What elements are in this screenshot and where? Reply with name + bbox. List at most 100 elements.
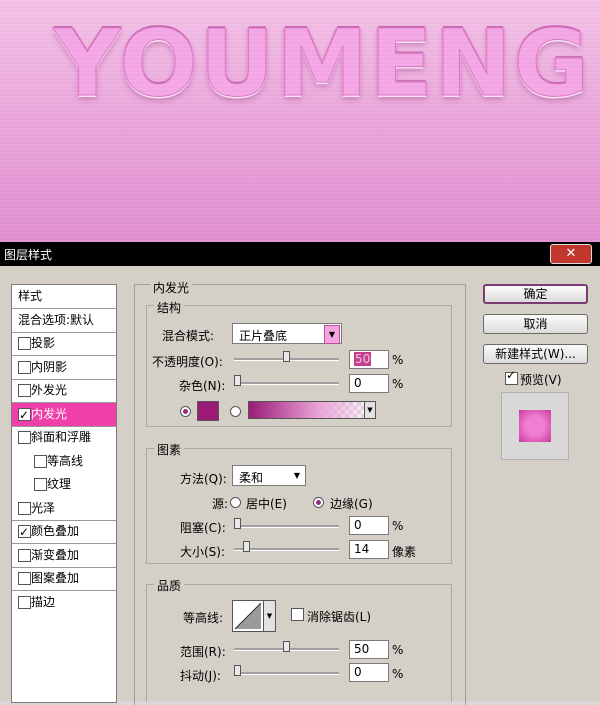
dialog-titlebar: 图层样式 ✕ [0,242,600,266]
range-input[interactable]: 50 [349,640,389,659]
style-checkbox[interactable] [18,521,31,544]
style-item-label: 颜色叠加 [31,524,80,538]
layer-style-dialog: 样式 混合选项:默认 投影内阴影外发光内发光斜面和浮雕等高线纹理光泽颜色叠加渐变… [0,266,600,705]
edge-radio[interactable] [313,497,324,508]
panel-title: 内发光 [150,279,193,296]
edge-label: 边缘(G) [330,497,373,511]
quality-title: 品质 [154,577,185,594]
noise-slider[interactable] [234,375,339,386]
style-item[interactable]: 图案叠加 [12,567,116,590]
blend-mode-select[interactable]: 正片叠底 ▼ [232,323,342,344]
style-checkbox[interactable] [34,478,47,491]
jitter-input[interactable]: 0 [349,663,389,682]
solid-color-radio[interactable] [180,406,191,417]
style-item[interactable]: 外发光 [12,379,116,402]
center-radio[interactable] [230,497,241,508]
size-unit: 像素 [392,545,417,559]
close-icon: ✕ [565,246,577,261]
style-item[interactable]: 颜色叠加 [12,520,116,544]
choke-slider-thumb[interactable] [234,518,241,529]
chevron-down-icon: ▼ [290,467,304,484]
style-item[interactable]: 渐变叠加 [12,544,116,567]
style-item-label: 内发光 [31,406,68,421]
choke-slider[interactable] [234,518,339,529]
style-item[interactable]: 等高线 [12,450,116,473]
gradient-radio[interactable] [230,406,241,417]
style-checkbox[interactable] [18,337,31,350]
style-item[interactable]: 纹理 [12,473,116,496]
style-item-label: 图案叠加 [31,571,80,585]
chevron-down-icon[interactable]: ▼ [264,600,276,632]
method-label: 方法(Q): [180,472,227,486]
size-label: 大小(S): [180,545,226,559]
style-item-label: 内阴影 [31,359,68,374]
elements-title: 图素 [154,441,185,458]
styles-header[interactable]: 样式 [12,285,116,309]
noise-slider-thumb[interactable] [234,375,241,386]
close-button[interactable]: ✕ [550,244,592,264]
style-item-label: 投影 [31,336,56,350]
canvas-text: YOUMENG [53,10,592,117]
opacity-input[interactable]: 50 [349,350,389,369]
opacity-label: 不透明度(O): [152,355,223,369]
preview-checkbox[interactable] [505,368,518,385]
jitter-slider-thumb[interactable] [234,665,241,676]
cancel-button[interactable]: 取消 [483,314,588,334]
style-item[interactable]: 斜面和浮雕 [12,426,116,449]
blend-options-item[interactable]: 混合选项:默认 [12,309,116,333]
noise-unit: % [392,377,404,391]
range-slider-thumb[interactable] [283,641,290,652]
range-label: 范围(R): [180,645,226,659]
preview-label: 预览(V) [520,373,562,387]
size-input[interactable]: 14 [349,540,389,559]
size-slider-thumb[interactable] [243,541,250,552]
noise-label: 杂色(N): [179,379,226,393]
range-unit: % [392,643,404,657]
style-checkbox[interactable] [18,501,31,515]
style-checkbox[interactable] [18,360,31,374]
range-slider[interactable] [234,641,339,652]
preview-swatch [519,410,551,442]
style-item[interactable]: 光泽 [12,497,116,520]
ok-button[interactable]: 确定 [483,284,588,304]
choke-unit: % [392,519,404,533]
style-item-label: 描边 [31,594,56,609]
style-checkbox[interactable] [18,595,31,609]
style-checkbox[interactable] [18,572,31,585]
chevron-down-icon: ▼ [364,402,375,418]
contour-label: 等高线: [183,611,224,625]
chevron-down-icon: ▼ [324,325,340,344]
dialog-title: 图层样式 [4,248,53,262]
opacity-slider[interactable] [234,351,339,362]
structure-title: 结构 [154,299,185,316]
style-checkbox[interactable] [18,548,31,562]
jitter-slider[interactable] [234,665,339,676]
glow-color-swatch[interactable] [197,401,219,421]
opacity-unit: % [392,353,404,367]
style-item[interactable]: 内发光 [12,402,116,427]
contour-curve-icon [234,602,262,630]
antialias-checkbox[interactable] [291,608,304,621]
style-item[interactable]: 描边 [12,591,116,614]
style-checkbox[interactable] [18,404,31,427]
style-item-label: 渐变叠加 [31,547,80,562]
source-label: 源: [212,497,229,511]
choke-label: 阻塞(C): [180,521,226,535]
gradient-picker[interactable]: ▼ [248,401,376,419]
contour-picker[interactable] [232,600,264,632]
style-item[interactable]: 内阴影 [12,356,116,379]
style-item[interactable]: 投影 [12,332,116,355]
jitter-label: 抖动(J): [180,669,221,683]
style-checkbox[interactable] [18,384,31,397]
noise-input[interactable]: 0 [349,374,389,393]
center-label: 居中(E) [246,497,287,511]
size-slider[interactable] [234,541,339,552]
method-select[interactable]: 柔和 ▼ [232,465,306,486]
opacity-slider-thumb[interactable] [283,351,290,362]
choke-input[interactable]: 0 [349,516,389,535]
styles-list: 样式 混合选项:默认 投影内阴影外发光内发光斜面和浮雕等高线纹理光泽颜色叠加渐变… [11,284,117,703]
style-checkbox[interactable] [34,454,47,468]
new-style-button[interactable]: 新建样式(W)... [483,344,588,364]
jitter-unit: % [392,667,404,681]
style-checkbox[interactable] [18,431,31,444]
